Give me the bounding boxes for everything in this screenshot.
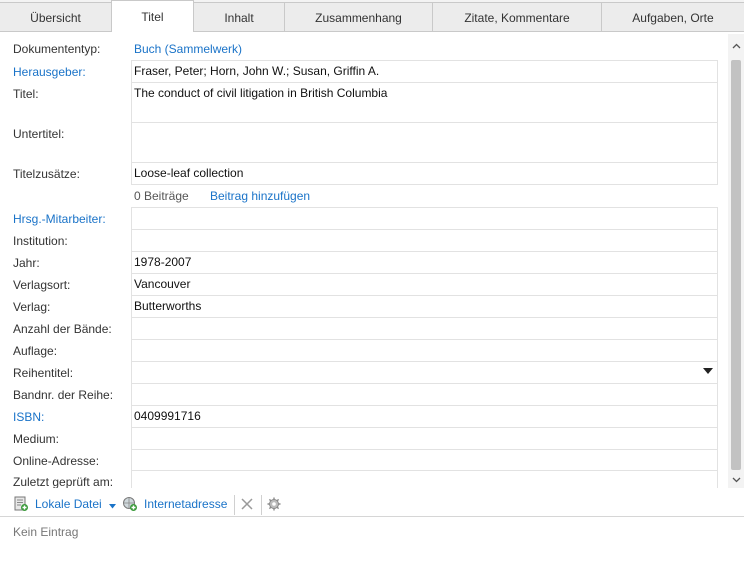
series-label: Reihentitel:	[13, 366, 74, 380]
last-checked-label: Zuletzt geprüft am:	[13, 475, 114, 488]
scroll-up-icon[interactable]	[728, 38, 744, 54]
title-suffix-label: Titelzusätze:	[13, 167, 80, 181]
isbn-label[interactable]: ISBN:	[13, 410, 44, 424]
tab-overview[interactable]: Übersicht	[0, 2, 112, 32]
attachments-area[interactable]: Kein Eintrag	[0, 518, 744, 577]
settings-button[interactable]	[267, 497, 281, 514]
online-address-label: Online-Adresse:	[13, 454, 100, 468]
title-form: Dokumententyp: Buch (Sammelwerk) Herausg…	[0, 32, 744, 488]
isbn-field[interactable]: 0409991716	[131, 405, 718, 428]
publisher-field[interactable]: Butterworths	[131, 295, 718, 318]
doctype-label: Dokumententyp:	[13, 42, 101, 56]
series-number-field[interactable]	[131, 383, 718, 406]
toolbar-separator	[261, 495, 262, 515]
edition-field[interactable]	[131, 339, 718, 362]
year-field[interactable]: 1978-2007	[131, 251, 718, 274]
co-editors-field[interactable]	[131, 207, 718, 230]
institution-field[interactable]	[131, 229, 718, 252]
last-checked-field[interactable]	[131, 470, 718, 488]
medium-field[interactable]	[131, 427, 718, 450]
title-label: Titel:	[13, 87, 39, 101]
attachment-toolbar: Lokale Datei Internetadresse	[0, 492, 744, 517]
scroll-down-icon[interactable]	[728, 472, 744, 488]
tab-bar: Übersicht Titel Inhalt Zusammenhang Zita…	[0, 0, 744, 32]
dropdown-caret-icon[interactable]	[108, 498, 116, 512]
tab-content[interactable]: Inhalt	[193, 2, 285, 32]
internet-address-button[interactable]: Internetadresse	[122, 496, 227, 512]
vertical-scrollbar[interactable]	[728, 34, 744, 488]
doctype-link[interactable]: Buch (Sammelwerk)	[134, 42, 242, 56]
gear-icon	[267, 497, 281, 514]
series-select[interactable]	[131, 361, 718, 384]
globe-link-icon	[122, 496, 138, 512]
remove-button[interactable]	[240, 497, 254, 514]
publisher-label: Verlag:	[13, 300, 51, 314]
local-file-icon	[13, 496, 29, 512]
volumes-field[interactable]	[131, 317, 718, 340]
toolbar-separator	[234, 495, 235, 515]
volumes-label: Anzahl der Bände:	[13, 322, 112, 336]
online-address-field[interactable]	[131, 449, 718, 472]
title-field[interactable]: The conduct of civil litigation in Briti…	[131, 82, 718, 123]
contributions-count: 0 Beiträge	[134, 189, 189, 203]
internet-address-label: Internetadresse	[144, 497, 228, 511]
empty-entry-text: Kein Eintrag	[13, 525, 79, 539]
scroll-thumb[interactable]	[731, 60, 741, 470]
place-label: Verlagsort:	[13, 278, 71, 292]
editors-field[interactable]: Fraser, Peter; Horn, John W.; Susan, Gri…	[131, 60, 718, 83]
title-suffix-field[interactable]: Loose-leaf collection	[131, 162, 718, 185]
subtitle-field[interactable]	[131, 122, 718, 163]
editors-label[interactable]: Herausgeber:	[13, 65, 86, 79]
place-field[interactable]: Vancouver	[131, 273, 718, 296]
series-number-label: Bandnr. der Reihe:	[13, 388, 114, 402]
dropdown-arrow-icon[interactable]	[703, 368, 713, 374]
tab-context[interactable]: Zusammenhang	[284, 2, 433, 32]
year-label: Jahr:	[13, 256, 40, 270]
co-editors-label[interactable]: Hrsg.-Mitarbeiter:	[13, 212, 106, 226]
tab-title[interactable]: Titel	[111, 0, 194, 32]
institution-label: Institution:	[13, 234, 68, 248]
add-contribution-link[interactable]: Beitrag hinzufügen	[210, 189, 310, 203]
edition-label: Auflage:	[13, 344, 58, 358]
subtitle-label: Untertitel:	[13, 127, 65, 141]
tab-quotations[interactable]: Zitate, Kommentare	[432, 2, 602, 32]
local-file-button[interactable]: Lokale Datei	[13, 496, 116, 512]
local-file-label: Lokale Datei	[35, 497, 102, 511]
medium-label: Medium:	[13, 432, 60, 446]
tab-tasks[interactable]: Aufgaben, Orte	[601, 2, 744, 32]
close-icon	[240, 497, 254, 514]
